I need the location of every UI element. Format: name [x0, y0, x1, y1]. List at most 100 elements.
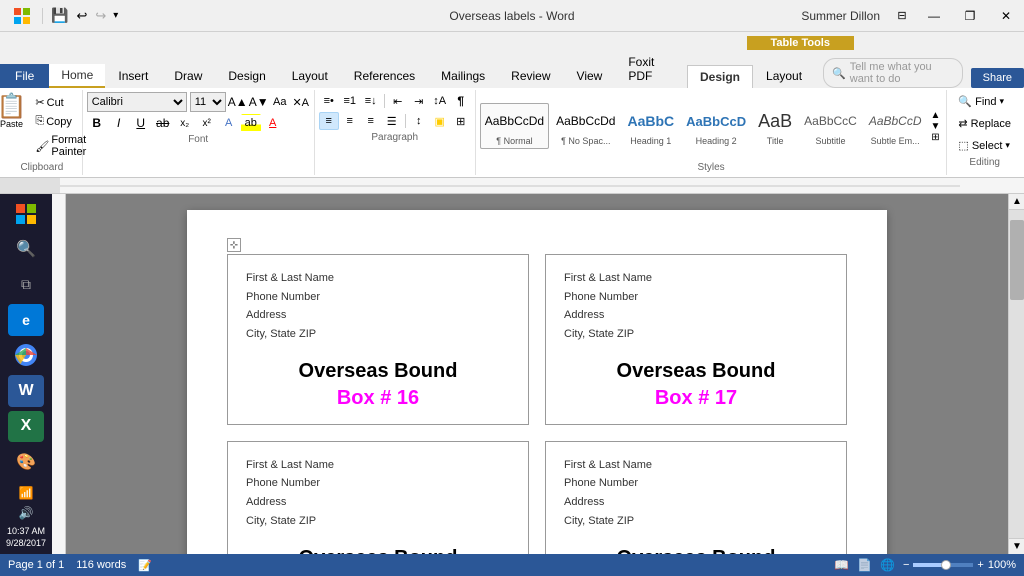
- tab-table-design[interactable]: Design: [687, 65, 753, 88]
- subscript-btn[interactable]: x₂: [175, 114, 195, 132]
- zoom-handle[interactable]: [941, 560, 951, 570]
- copy-button[interactable]: ⎘ Copy: [31, 113, 90, 130]
- increase-font-btn[interactable]: A▲: [229, 93, 247, 111]
- multilevel-btn[interactable]: ≡↓: [361, 92, 381, 110]
- show-formatting-btn[interactable]: ¶: [451, 92, 471, 110]
- ribbon-toggle[interactable]: ⊟: [888, 2, 916, 30]
- decrease-font-btn[interactable]: A▼: [250, 93, 268, 111]
- search-taskbar-btn[interactable]: 🔍: [8, 233, 44, 264]
- numbering-btn[interactable]: ≡1: [340, 92, 360, 110]
- style-heading1[interactable]: AaBbC Heading 1: [622, 103, 679, 149]
- scroll-up-btn[interactable]: ▲: [1009, 194, 1024, 210]
- bullets-btn[interactable]: ≡•: [319, 92, 339, 110]
- editing-group-label: Editing: [953, 157, 1016, 168]
- tab-insert[interactable]: Insert: [105, 64, 161, 88]
- bold-btn[interactable]: B: [87, 114, 107, 132]
- chevron-down-icon: ▼: [931, 121, 941, 132]
- view-read-btn[interactable]: 📖: [834, 558, 849, 572]
- tab-mailings[interactable]: Mailings: [428, 64, 498, 88]
- label-16-title: Overseas Bound: [299, 360, 458, 383]
- scroll-down-btn[interactable]: ▼: [1009, 538, 1024, 554]
- sort-btn[interactable]: ↕A: [430, 92, 450, 110]
- restore-button[interactable]: ❐: [952, 0, 988, 32]
- align-center-btn[interactable]: ≡: [340, 112, 360, 130]
- select-button[interactable]: ⬚ Select ▾: [953, 136, 1016, 155]
- start-button[interactable]: [8, 198, 44, 229]
- justify-btn[interactable]: ☰: [382, 112, 402, 130]
- ribbon-content: 📋 Paste ✂ Cut ⎘ Copy 🖌 Format Painter Cl…: [0, 88, 1024, 178]
- tab-home[interactable]: Home: [49, 64, 105, 88]
- cut-button[interactable]: ✂ Cut: [31, 94, 90, 111]
- table-move-handle[interactable]: ⊹: [227, 238, 241, 252]
- zoom-slider-track[interactable]: [913, 563, 973, 567]
- zoom-out-btn[interactable]: −: [903, 559, 909, 571]
- scroll-thumb[interactable]: [1010, 220, 1024, 300]
- word-taskbar-icon[interactable]: W: [8, 375, 44, 406]
- style-heading2[interactable]: AaBbCcD Heading 2: [681, 103, 751, 149]
- tell-me-input[interactable]: 🔍 Tell me what you want to do: [823, 58, 963, 88]
- vertical-ruler: [52, 194, 66, 554]
- format-painter-button[interactable]: 🖌 Format Painter: [31, 132, 90, 160]
- font-color-btn[interactable]: A: [263, 114, 283, 132]
- align-left-btn[interactable]: ≡: [319, 112, 339, 130]
- close-button[interactable]: ✕: [988, 0, 1024, 32]
- decrease-indent-btn[interactable]: ⇤: [388, 92, 408, 110]
- strikethrough-btn[interactable]: ab: [153, 114, 173, 132]
- italic-btn[interactable]: I: [109, 114, 129, 132]
- borders-btn[interactable]: ⊞: [451, 112, 471, 130]
- paint-taskbar-icon[interactable]: 🎨: [8, 446, 44, 477]
- tab-review[interactable]: Review: [498, 64, 563, 88]
- underline-btn[interactable]: U: [131, 114, 151, 132]
- find-button[interactable]: 🔍 Find ▾: [953, 92, 1016, 111]
- font-name-select[interactable]: Calibri: [87, 92, 187, 112]
- scroll-track: [1009, 210, 1024, 538]
- share-button[interactable]: Share: [971, 68, 1024, 88]
- format-painter-icon: 🖌: [35, 140, 49, 153]
- text-effects-btn[interactable]: A: [219, 114, 239, 132]
- line-spacing-btn[interactable]: ↕: [409, 112, 429, 130]
- ruler-marks: [60, 178, 1024, 194]
- font-size-select[interactable]: 11: [190, 92, 226, 112]
- tab-draw[interactable]: Draw: [161, 64, 215, 88]
- excel-taskbar-icon[interactable]: X: [8, 411, 44, 442]
- tab-foxit[interactable]: Foxit PDF: [615, 50, 687, 88]
- shading-btn[interactable]: ▣: [430, 112, 450, 130]
- style-title[interactable]: AaB Title: [753, 103, 797, 149]
- style-subtitle-label: Subtitle: [815, 136, 845, 146]
- more-quick-access[interactable]: ▾: [112, 10, 119, 21]
- tab-design[interactable]: Design: [215, 64, 278, 88]
- highlight-btn[interactable]: ab: [241, 114, 261, 132]
- minimize-button[interactable]: —: [916, 0, 952, 32]
- style-no-spacing[interactable]: AaBbCcDd ¶ No Spac...: [551, 103, 620, 149]
- style-subtle-em-label: Subtle Em...: [871, 136, 920, 146]
- tab-table-layout[interactable]: Layout: [753, 64, 815, 88]
- scrollbar[interactable]: ▲ ▼: [1008, 194, 1024, 554]
- edge-taskbar-icon[interactable]: e: [8, 304, 44, 335]
- styles-scroll-down[interactable]: ▲ ▼ ⊞: [929, 110, 943, 143]
- style-normal[interactable]: AaBbCcDd ¶ Normal: [480, 103, 549, 149]
- paste-button[interactable]: 📋 Paste: [0, 92, 29, 132]
- save-quick-btn[interactable]: 💾: [49, 7, 70, 24]
- style-heading1-label: Heading 1: [630, 136, 671, 146]
- style-subtitle[interactable]: AaBbCcC Subtitle: [799, 103, 862, 149]
- redo-btn[interactable]: ↪: [93, 8, 108, 24]
- undo-btn[interactable]: ↩: [74, 8, 89, 24]
- align-right-btn[interactable]: ≡: [361, 112, 381, 130]
- quick-access-toolbar: 💾 ↩ ↪ ▾: [0, 0, 127, 32]
- view-print-btn[interactable]: 📄: [857, 558, 872, 572]
- table-tools-label: Table Tools: [747, 36, 855, 50]
- style-subtle-em[interactable]: AaBbCcD Subtle Em...: [864, 103, 927, 149]
- tab-layout[interactable]: Layout: [279, 64, 341, 88]
- increase-indent-btn[interactable]: ⇥: [409, 92, 429, 110]
- change-case-btn[interactable]: Aa: [271, 93, 289, 111]
- tab-file[interactable]: File: [0, 64, 49, 88]
- view-web-btn[interactable]: 🌐: [880, 558, 895, 572]
- tab-references[interactable]: References: [341, 64, 428, 88]
- replace-button[interactable]: ⇄ Replace: [953, 114, 1016, 133]
- clear-formatting-btn[interactable]: ✕A: [292, 93, 310, 111]
- tab-view[interactable]: View: [564, 64, 616, 88]
- task-view-btn[interactable]: ⧉: [8, 269, 44, 300]
- chrome-taskbar-icon[interactable]: [8, 340, 44, 371]
- zoom-in-btn[interactable]: +: [977, 559, 983, 571]
- superscript-btn[interactable]: x²: [197, 114, 217, 132]
